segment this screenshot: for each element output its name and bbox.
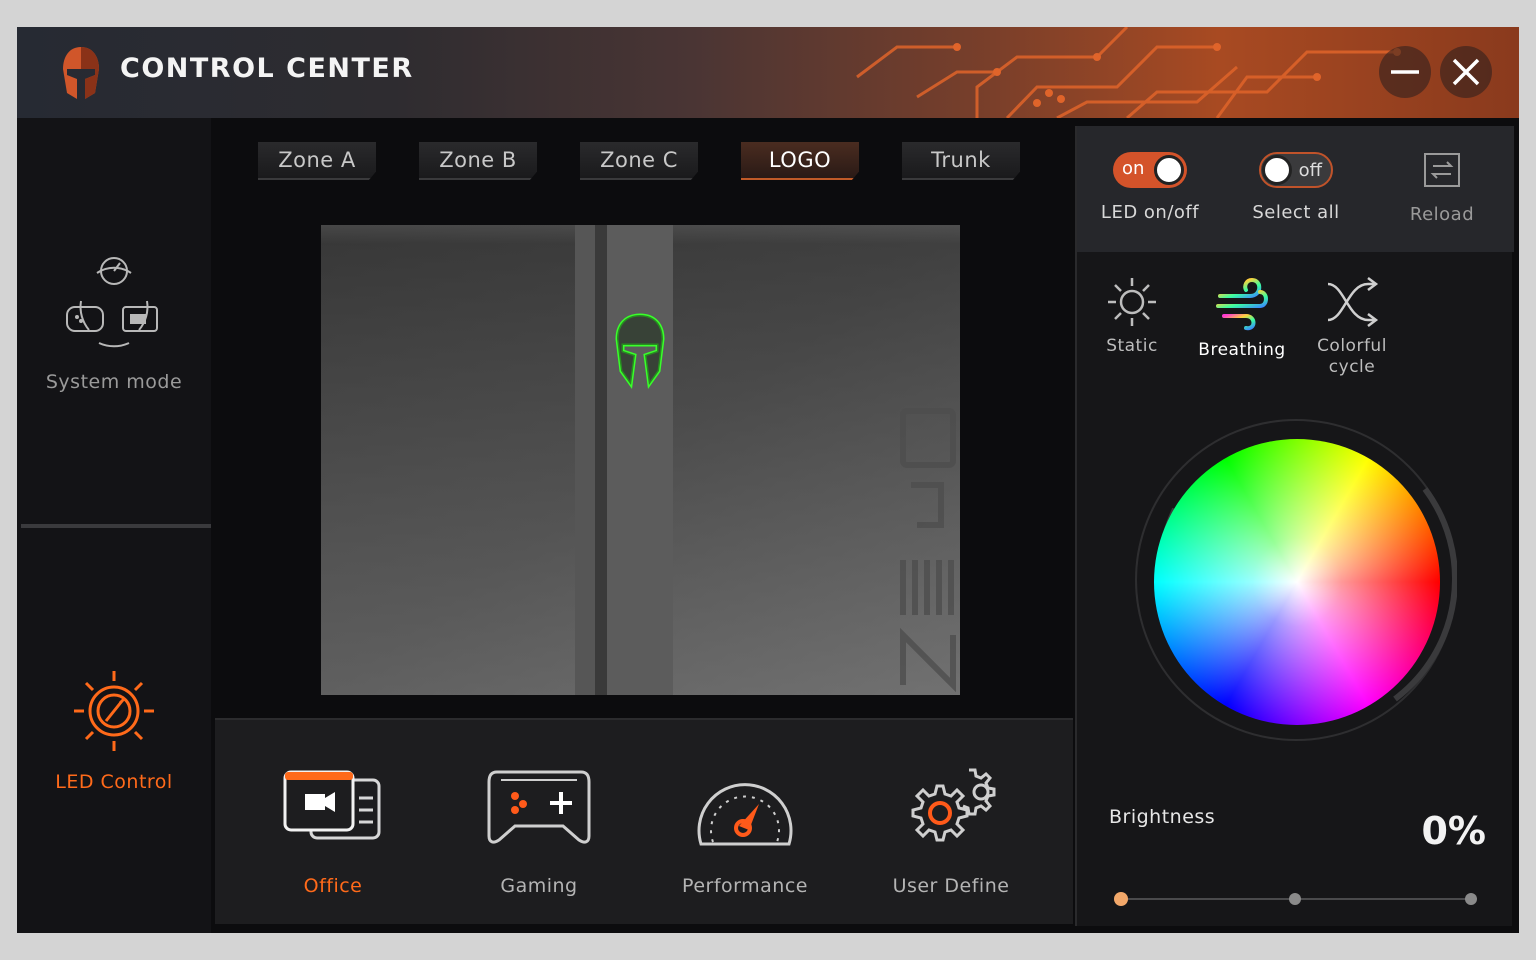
tab-trunk[interactable]: Trunk — [902, 142, 1020, 180]
select-all-label: Select all — [1252, 202, 1340, 223]
sidebar-item-led-control[interactable]: LED Control — [17, 663, 211, 793]
sidebar-item-label: LED Control — [55, 771, 173, 793]
led-settings-panel: on LED on/off off Select all Reload Stat… — [1075, 126, 1514, 926]
profile-gaming[interactable]: Gaming — [436, 720, 642, 926]
brightness-value: 0% — [1421, 809, 1486, 853]
close-icon — [1452, 58, 1480, 86]
toggle-state-text: off — [1298, 160, 1322, 181]
sidebar: System mode LED Control — [17, 118, 211, 933]
control-center-window: CONTROL CENTER System mode LED Control Z… — [17, 27, 1519, 933]
effect-label: Breathing — [1198, 340, 1286, 360]
effect-static[interactable]: Static — [1077, 276, 1187, 357]
zone-tabs: Zone A Zone B Zone C LOGO Trunk — [213, 118, 1073, 188]
breathing-icon — [1216, 277, 1268, 331]
profile-user-define[interactable]: User Define — [848, 720, 1054, 926]
tab-zone-b[interactable]: Zone B — [419, 142, 537, 180]
title-bar: CONTROL CENTER — [17, 27, 1519, 118]
close-button[interactable] — [1440, 46, 1492, 98]
brightness-slider-handle[interactable] — [1114, 892, 1128, 906]
toggle-knob — [1262, 155, 1292, 185]
app-title: CONTROL CENTER — [120, 53, 414, 84]
tab-zone-a[interactable]: Zone A — [258, 142, 376, 180]
sidebar-divider — [21, 524, 211, 528]
toggle-state-text: on — [1122, 158, 1145, 179]
led-onoff-label: LED on/off — [1100, 202, 1200, 223]
gears-icon — [911, 768, 996, 842]
system-mode-icon — [66, 257, 158, 348]
effect-breathing[interactable]: Breathing — [1187, 276, 1297, 361]
shuffle-icon — [1327, 277, 1379, 327]
sidebar-item-system-mode[interactable]: System mode — [17, 255, 211, 393]
profile-label: Gaming — [500, 875, 578, 897]
laptop-lid-image — [321, 225, 960, 695]
app-logo-icon — [63, 47, 99, 99]
color-wheel[interactable] — [1154, 439, 1440, 725]
profile-label: Office — [303, 875, 363, 897]
tab-logo[interactable]: LOGO — [741, 142, 859, 180]
brightness-step-mid[interactable] — [1289, 893, 1301, 905]
select-all-toggle[interactable]: off — [1259, 152, 1333, 188]
sidebar-item-label: System mode — [45, 371, 183, 393]
reload-group[interactable]: Reload — [1369, 152, 1515, 225]
led-quick-controls: on LED on/off off Select all Reload — [1077, 126, 1514, 252]
effect-colorful-cycle[interactable]: Colorful cycle — [1297, 276, 1407, 378]
reload-icon[interactable] — [1423, 152, 1461, 188]
profile-label: Performance — [682, 875, 808, 897]
tab-zone-c[interactable]: Zone C — [580, 142, 698, 180]
minimize-button[interactable] — [1379, 46, 1431, 98]
profile-label: User Define — [892, 875, 1010, 897]
effect-label: Static — [1106, 336, 1158, 356]
led-onoff-toggle[interactable]: on — [1113, 152, 1187, 188]
effect-label: Colorful cycle — [1317, 336, 1387, 377]
speedometer-icon — [697, 783, 793, 846]
brightness-label: Brightness — [1109, 806, 1216, 828]
toggle-knob — [1154, 155, 1184, 185]
select-all-group: off Select all — [1223, 152, 1369, 223]
sun-icon — [1108, 278, 1156, 326]
led-toggle-group: on LED on/off — [1077, 152, 1223, 223]
gamepad-icon — [487, 770, 591, 844]
minimize-icon — [1391, 70, 1419, 74]
laptop-preview — [321, 225, 960, 695]
reload-label: Reload — [1409, 204, 1475, 225]
power-profiles: Office Gaming Performance User Define — [215, 718, 1073, 924]
led-control-icon — [74, 671, 154, 751]
profile-performance[interactable]: Performance — [642, 720, 848, 926]
office-icon — [283, 770, 381, 840]
brightness-step-max[interactable] — [1465, 893, 1477, 905]
profile-office[interactable]: Office — [230, 720, 436, 926]
